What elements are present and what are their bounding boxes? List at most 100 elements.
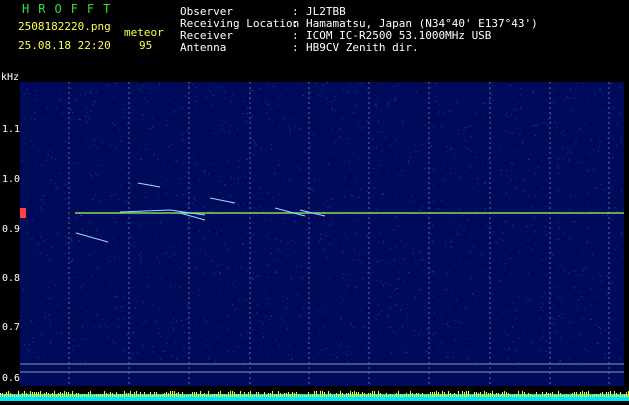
- noise-pixel: [488, 243, 489, 244]
- level-bar: [322, 391, 323, 397]
- noise-pixel: [50, 340, 51, 341]
- noise-pixel: [85, 362, 86, 363]
- noise-pixel: [381, 260, 382, 261]
- noise-pixel: [188, 204, 189, 205]
- noise-pixel: [168, 246, 169, 247]
- noise-pixel: [55, 109, 56, 110]
- noise-pixel: [381, 218, 382, 219]
- noise-pixel: [92, 199, 93, 200]
- noise-pixel: [506, 111, 507, 112]
- level-bar: [98, 394, 99, 397]
- noise-pixel: [563, 158, 564, 159]
- meteor-echo: [210, 198, 235, 203]
- noise-pixel: [576, 110, 577, 111]
- noise-pixel: [623, 257, 624, 258]
- noise-pixel: [225, 242, 226, 243]
- noise-pixel: [354, 91, 355, 92]
- noise-pixel: [339, 260, 340, 261]
- noise-pixel: [152, 127, 153, 128]
- noise-pixel: [115, 83, 116, 84]
- noise-pixel: [496, 217, 497, 218]
- noise-pixel: [431, 241, 432, 242]
- noise-pixel: [434, 313, 435, 314]
- noise-pixel: [89, 147, 90, 148]
- noise-pixel: [383, 285, 384, 286]
- noise-pixel: [172, 246, 173, 247]
- noise-pixel: [606, 276, 607, 277]
- noise-pixel: [252, 90, 253, 91]
- noise-pixel: [44, 240, 45, 241]
- noise-pixel: [621, 288, 622, 289]
- noise-pixel: [251, 141, 252, 142]
- noise-pixel: [592, 278, 593, 279]
- noise-pixel: [112, 215, 113, 216]
- noise-pixel: [161, 336, 162, 337]
- noise-pixel: [209, 90, 210, 91]
- noise-pixel: [350, 149, 351, 150]
- noise-pixel: [323, 312, 324, 313]
- noise-pixel: [366, 121, 367, 122]
- noise-pixel: [103, 319, 104, 320]
- noise-pixel: [408, 161, 409, 162]
- noise-pixel: [499, 227, 500, 228]
- noise-pixel: [447, 289, 448, 290]
- noise-pixel: [543, 350, 544, 351]
- noise-pixel: [200, 361, 201, 362]
- noise-pixel: [179, 179, 180, 180]
- noise-pixel: [515, 109, 516, 110]
- level-bar: [292, 392, 293, 397]
- noise-pixel: [361, 83, 362, 84]
- level-bar: [100, 394, 101, 397]
- noise-pixel: [419, 210, 420, 211]
- noise-pixel: [164, 165, 165, 166]
- level-bar: [324, 392, 325, 397]
- noise-pixel: [383, 241, 384, 242]
- noise-pixel: [512, 133, 513, 134]
- noise-pixel: [154, 154, 155, 155]
- noise-pixel: [423, 285, 424, 286]
- noise-pixel: [32, 145, 33, 146]
- noise-pixel: [221, 208, 222, 209]
- noise-pixel: [367, 273, 368, 274]
- noise-pixel: [87, 311, 88, 312]
- noise-pixel: [239, 167, 240, 168]
- noise-pixel: [301, 82, 302, 83]
- y-tick-label: 1.0: [2, 174, 20, 185]
- noise-pixel: [72, 261, 73, 262]
- level-bar: [616, 393, 617, 397]
- noise-pixel: [448, 303, 449, 304]
- level-bar: [458, 391, 459, 397]
- noise-pixel: [212, 214, 213, 215]
- noise-pixel: [196, 96, 197, 97]
- noise-pixel: [40, 207, 41, 208]
- level-bar: [404, 394, 405, 397]
- noise-pixel: [485, 345, 486, 346]
- noise-pixel: [105, 192, 106, 193]
- noise-pixel: [118, 319, 119, 320]
- noise-pixel: [169, 167, 170, 168]
- noise-pixel: [528, 239, 529, 240]
- noise-pixel: [612, 139, 613, 140]
- noise-pixel: [540, 221, 541, 222]
- noise-pixel: [401, 241, 402, 242]
- noise-pixel: [174, 254, 175, 255]
- noise-pixel: [143, 284, 144, 285]
- noise-pixel: [145, 321, 146, 322]
- noise-pixel: [90, 174, 91, 175]
- noise-pixel: [89, 118, 90, 119]
- level-bar: [578, 395, 579, 397]
- noise-pixel: [36, 166, 37, 167]
- noise-pixel: [76, 101, 77, 102]
- noise-pixel: [283, 118, 284, 119]
- noise-pixel: [343, 246, 344, 247]
- noise-pixel: [238, 198, 239, 199]
- noise-pixel: [273, 304, 274, 305]
- noise-pixel: [457, 281, 458, 282]
- noise-pixel: [553, 286, 554, 287]
- noise-pixel: [123, 104, 124, 105]
- level-bar: [210, 395, 211, 397]
- noise-pixel: [588, 171, 589, 172]
- noise-pixel: [460, 358, 461, 359]
- noise-pixel: [418, 152, 419, 153]
- noise-pixel: [127, 124, 128, 125]
